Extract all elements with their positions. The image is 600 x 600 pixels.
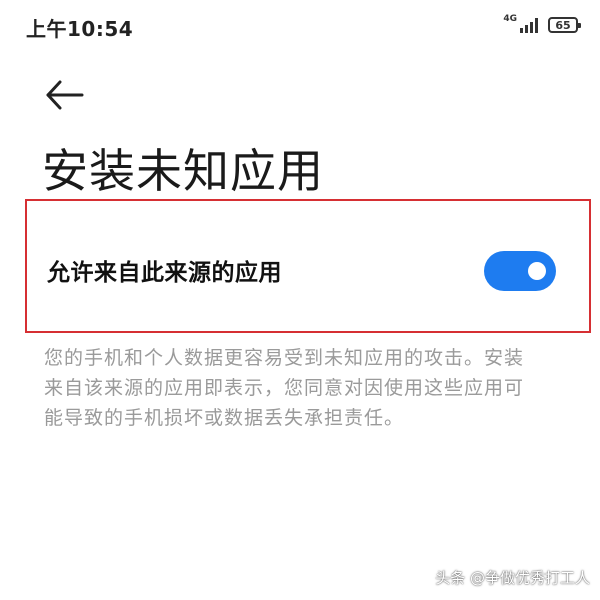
setting-label: 允许来自此来源的应用 xyxy=(47,260,282,286)
back-button[interactable] xyxy=(42,76,86,114)
warning-description: 您的手机和个人数据更容易受到未知应用的攻击。安装来自该来源的应用即表示，您同意对… xyxy=(44,347,525,429)
battery-level: 65 xyxy=(555,18,571,32)
status-time: 上午10:54 xyxy=(26,17,134,41)
watermark: 头条 @争做优秀打工人 xyxy=(435,569,590,587)
allow-unknown-sources-row[interactable]: 允许来自此来源的应用 xyxy=(25,199,591,333)
arrow-left-icon xyxy=(46,80,84,110)
network-type-label: 4G xyxy=(503,14,517,24)
status-bar: 上午10:54 4G 65 xyxy=(0,0,600,50)
battery-icon: 65 xyxy=(548,17,581,33)
signal-strength-icon xyxy=(518,17,538,33)
toggle-knob xyxy=(528,262,546,280)
allow-unknown-sources-toggle[interactable] xyxy=(484,251,556,291)
status-indicators: 4G 65 xyxy=(503,14,581,36)
page-title: 安装未知应用 xyxy=(42,144,324,198)
